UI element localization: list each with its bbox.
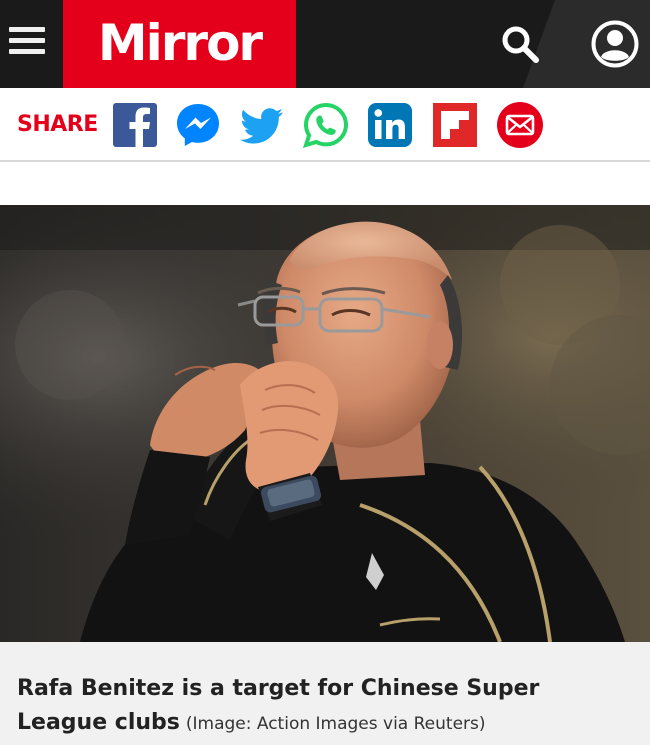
share-bar: SHARE [0,88,650,162]
hamburger-menu-icon[interactable] [9,27,45,57]
image-caption: Rafa Benitez is a target for Chinese Sup… [0,642,650,745]
twitter-share-icon[interactable] [237,100,287,150]
email-share-icon[interactable] [495,100,545,150]
site-header: Mirror [0,0,650,88]
logo-text: Mirror [97,14,263,72]
image-credit: (Image: Action Images via Reuters) [185,714,486,734]
hero-photo-illustration [0,205,650,642]
messenger-share-icon[interactable] [173,100,223,150]
share-label: SHARE [17,112,98,137]
mirror-logo[interactable]: Mirror [63,0,296,88]
article-hero-image [0,205,650,642]
whatsapp-share-icon[interactable] [301,100,351,150]
account-icon[interactable] [590,19,640,69]
flipboard-share-icon[interactable] [430,100,480,150]
facebook-share-icon[interactable] [110,100,160,150]
linkedin-share-icon[interactable] [365,100,415,150]
caption-text-block: Rafa Benitez is a target for Chinese Sup… [17,672,636,741]
search-icon[interactable] [497,22,543,66]
